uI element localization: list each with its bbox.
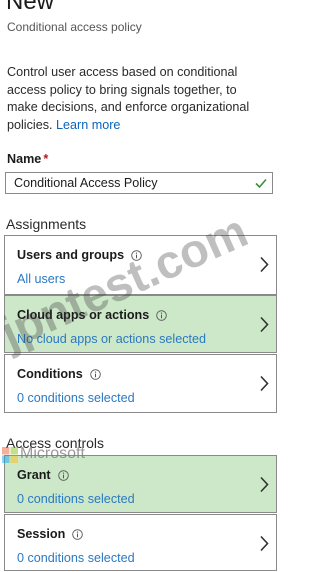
page-title: New bbox=[6, 0, 55, 15]
name-field-label: Name * bbox=[7, 151, 48, 168]
card-title: Users and groups bbox=[17, 247, 142, 263]
chevron-right-icon bbox=[260, 375, 269, 392]
learn-more-link[interactable]: Learn more bbox=[56, 118, 120, 132]
chevron-right-icon bbox=[260, 256, 269, 273]
chevron-right-icon bbox=[260, 316, 269, 333]
card-title-text: Users and groups bbox=[17, 248, 125, 262]
card-title: Conditions bbox=[17, 366, 101, 382]
name-input[interactable] bbox=[6, 173, 254, 193]
description-text: Control user access based on conditional… bbox=[7, 65, 250, 132]
card-value: 0 conditions selected bbox=[17, 551, 135, 565]
conditions-card[interactable]: Conditions 0 conditions selected bbox=[4, 354, 277, 413]
name-label-text: Name bbox=[7, 152, 42, 166]
info-icon[interactable] bbox=[72, 529, 84, 540]
card-title-text: Conditions bbox=[17, 367, 83, 381]
card-title-text: Grant bbox=[17, 468, 51, 482]
card-title-text: Cloud apps or actions bbox=[17, 308, 150, 322]
assignments-heading: Assignments bbox=[6, 216, 87, 232]
card-title: Grant bbox=[17, 467, 69, 483]
name-input-box[interactable] bbox=[5, 172, 273, 194]
card-title: Cloud apps or actions bbox=[17, 307, 168, 323]
info-icon[interactable] bbox=[57, 470, 69, 481]
card-title-text: Session bbox=[17, 527, 66, 541]
card-value: 0 conditions selected bbox=[17, 492, 135, 506]
required-marker: * bbox=[43, 152, 49, 166]
info-icon[interactable] bbox=[90, 369, 101, 380]
page-subtitle: Conditional access policy bbox=[7, 20, 142, 34]
chevron-right-icon bbox=[260, 476, 269, 493]
session-card[interactable]: Session 0 conditions selected bbox=[4, 514, 277, 571]
description-block: Control user access based on conditional… bbox=[7, 64, 269, 134]
access-controls-heading: Access controls bbox=[6, 435, 105, 451]
card-value: All users bbox=[17, 272, 66, 286]
chevron-right-icon bbox=[260, 535, 269, 552]
cloud-apps-card[interactable]: Cloud apps or actions No cloud apps or a… bbox=[4, 295, 277, 353]
card-value: No cloud apps or actions selected bbox=[17, 332, 207, 346]
card-title: Session bbox=[17, 526, 84, 542]
card-value: 0 conditions selected bbox=[17, 391, 135, 405]
users-and-groups-card[interactable]: Users and groups All users bbox=[4, 235, 277, 295]
info-icon[interactable] bbox=[131, 250, 142, 261]
checkmark-icon bbox=[255, 178, 267, 189]
grant-card[interactable]: Grant 0 conditions selected bbox=[4, 455, 277, 513]
info-icon[interactable] bbox=[156, 310, 168, 321]
